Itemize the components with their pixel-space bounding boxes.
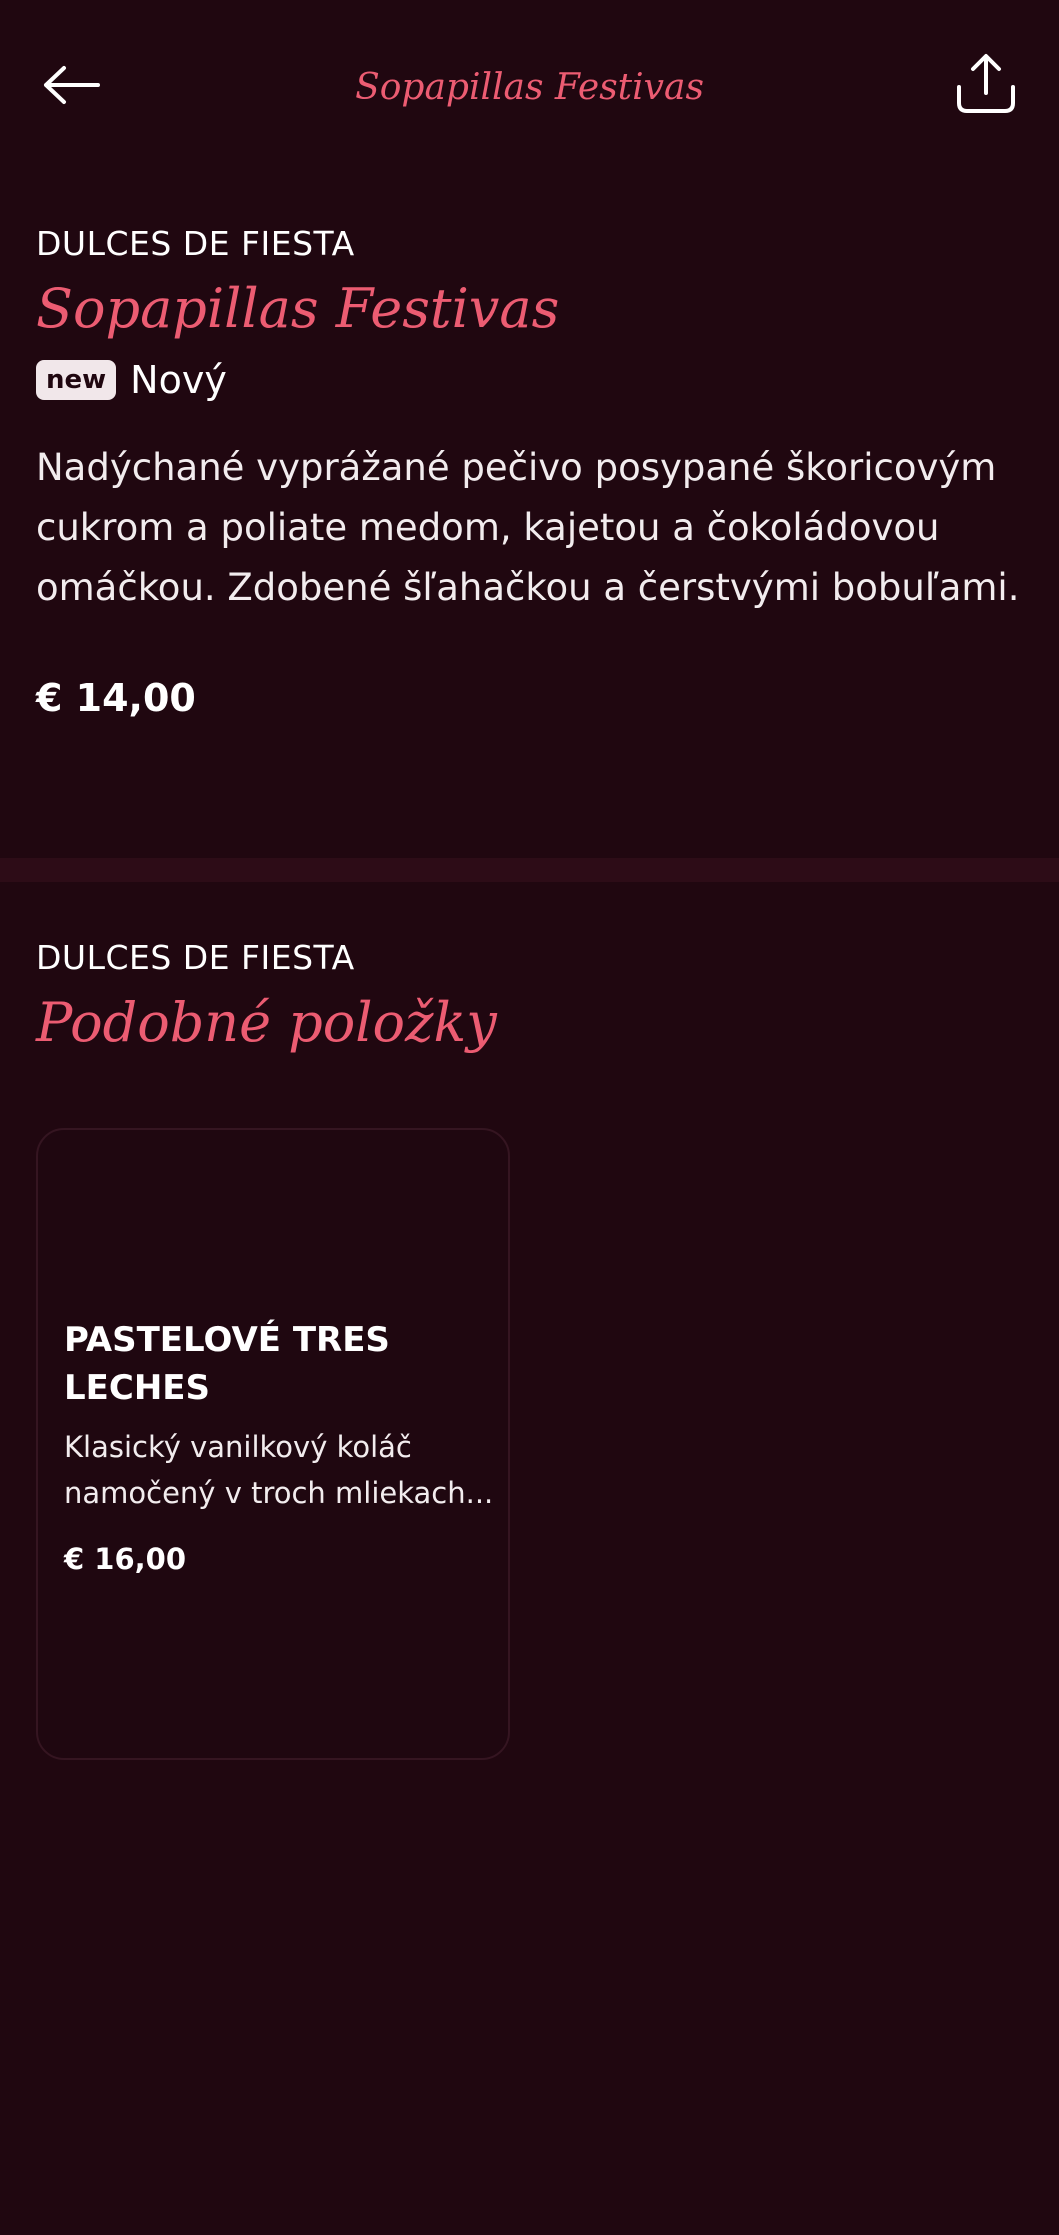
similar-category: DULCES DE FIESTA xyxy=(36,938,355,977)
similar-title: Podobné položky xyxy=(36,991,497,1054)
card-price: € 16,00 xyxy=(64,1542,187,1576)
share-button[interactable] xyxy=(950,48,1022,120)
item-details: DULCES DE FIESTA Sopapillas Festivas new… xyxy=(36,222,1026,720)
card-description: Klasický vanilkový koláč namočený v troc… xyxy=(64,1430,494,1510)
nav-title: Sopapillas Festivas xyxy=(355,67,704,108)
item-description: Nadýchané vyprážané pečivo posypané škor… xyxy=(36,446,1020,609)
new-badge-label: Nový xyxy=(130,358,227,402)
similar-items-section: DULCES DE FIESTA Podobné položky xyxy=(36,936,1026,1060)
new-badge-row: new Nový xyxy=(36,354,1026,406)
card-content: PASTELOVÉ TRES LECHES Klasický vanilkový… xyxy=(64,1316,494,1576)
item-name: Sopapillas Festivas xyxy=(36,277,560,340)
similar-item-card[interactable]: PASTELOVÉ TRES LECHES Klasický vanilkový… xyxy=(36,1128,510,1760)
section-divider xyxy=(0,858,1059,882)
top-bar: Sopapillas Festivas xyxy=(0,0,1059,170)
item-category: DULCES DE FIESTA xyxy=(36,224,355,263)
card-title: PASTELOVÉ TRES LECHES xyxy=(64,1320,390,1408)
item-price: € 14,00 xyxy=(36,676,196,720)
share-icon xyxy=(957,54,1015,113)
new-badge: new xyxy=(36,360,117,400)
